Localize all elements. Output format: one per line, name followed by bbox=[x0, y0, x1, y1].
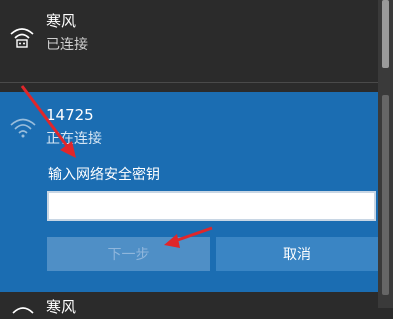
cancel-button[interactable]: 取消 bbox=[216, 237, 378, 271]
network-item-connected[interactable]: 寒风 已连接 bbox=[0, 0, 378, 82]
network-item[interactable]: 寒风 bbox=[0, 298, 378, 318]
network-item-connecting[interactable]: 14725 正在连接 输入网络安全密钥 下一步 取消 bbox=[0, 92, 378, 292]
scrollbar-thumb[interactable] bbox=[382, 0, 389, 68]
network-name: 14725 bbox=[46, 106, 94, 124]
scrollbar[interactable] bbox=[378, 0, 393, 308]
wifi-network-panel: 寒风 已连接 14725 正在连接 输入网络安全密钥 下一步 取消 寒风 bbox=[0, 0, 378, 318]
security-key-input[interactable] bbox=[47, 191, 376, 221]
network-name: 寒风 bbox=[46, 12, 77, 30]
security-key-label: 输入网络安全密钥 bbox=[48, 167, 160, 183]
wifi-icon bbox=[10, 116, 36, 142]
wifi-icon bbox=[12, 300, 34, 319]
network-status: 正在连接 bbox=[46, 131, 102, 147]
scrollbar-track-highlight bbox=[382, 95, 389, 295]
divider bbox=[0, 82, 378, 83]
wifi-secured-icon bbox=[9, 26, 35, 52]
network-status: 已连接 bbox=[46, 37, 88, 53]
next-button[interactable]: 下一步 bbox=[47, 237, 210, 271]
network-name: 寒风 bbox=[46, 298, 77, 316]
